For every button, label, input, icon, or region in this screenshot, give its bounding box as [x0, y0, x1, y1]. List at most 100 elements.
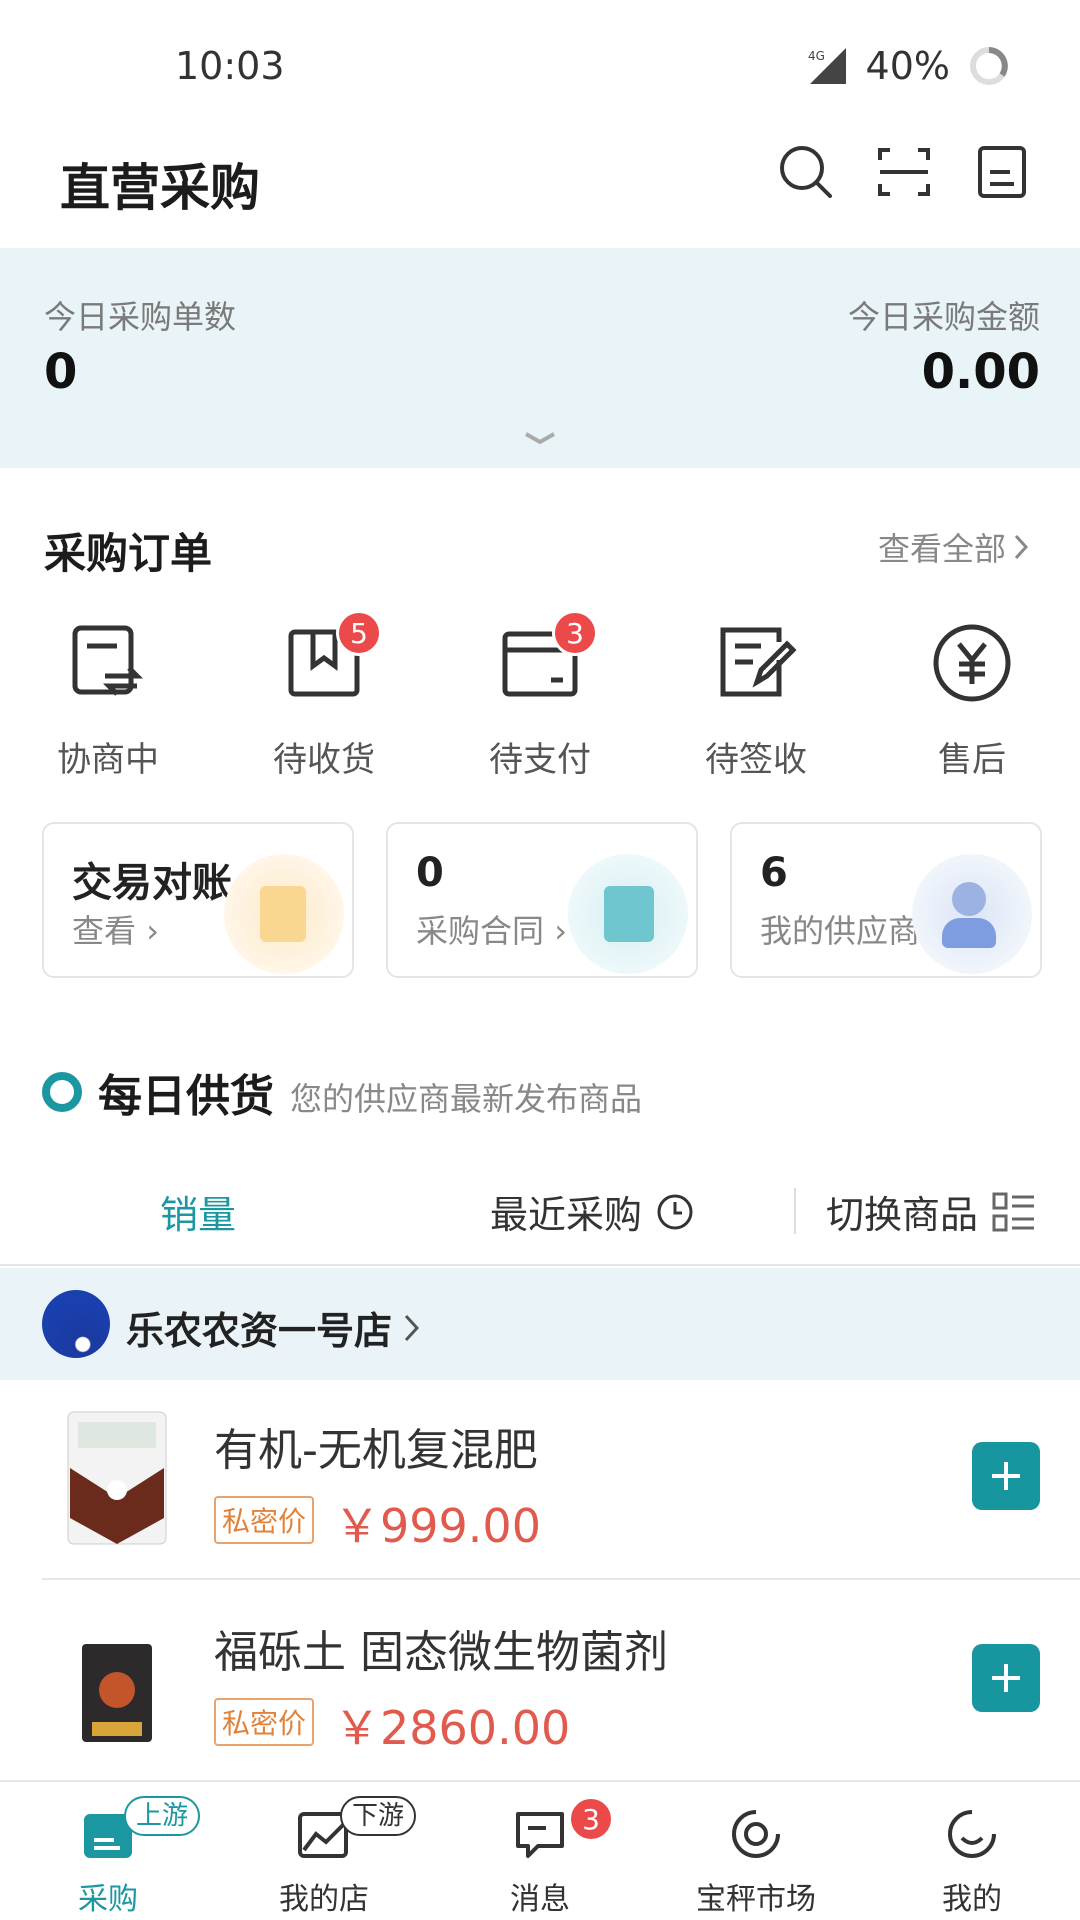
- order-status-label: 待收货: [273, 740, 375, 780]
- amount-label: 今日采购金额: [847, 298, 1040, 336]
- page-title: 直营采购: [60, 159, 260, 217]
- chevron-right-icon: [404, 1314, 420, 1341]
- contract-icon: [568, 854, 688, 974]
- private-price-tag: 私密价: [214, 1496, 315, 1544]
- tab-sales[interactable]: 销量: [160, 1184, 236, 1239]
- tab-recent[interactable]: 最近采购: [490, 1184, 694, 1239]
- bottom-nav: 上游 采购 下游 我的店 3 消息 宝秤市场 我的: [0, 1780, 1080, 1920]
- tab-sales-label: 销量: [160, 1193, 237, 1237]
- yuan-icon: [933, 624, 1011, 702]
- quick-cards: 交易对账 查看 › 0 采购合同 › 6 我的供应商 ›: [42, 822, 1042, 978]
- order-status-to-receive[interactable]: 5 待收货: [216, 610, 432, 780]
- battery-percent: 40%: [865, 44, 950, 88]
- clock-icon: [657, 1194, 693, 1229]
- product-price: ￥999.00: [334, 1499, 541, 1553]
- card-subtitle: 采购合同 ›: [416, 912, 567, 950]
- nav-profile[interactable]: 我的: [864, 1782, 1080, 1920]
- product-item[interactable]: 有机-无机复混肥 私密价 ￥999.00: [0, 1380, 1080, 1580]
- amount-value: 0.00: [921, 344, 1040, 400]
- app-header: 直营采购: [0, 120, 1080, 248]
- order-status-after-sales[interactable]: 售后: [864, 620, 1080, 780]
- nav-label: 我的店: [279, 1882, 369, 1917]
- nav-market[interactable]: 宝秤市场: [648, 1782, 864, 1920]
- daily-supply-header: 每日供货 您的供应商最新发布商品: [0, 1058, 1080, 1138]
- store-name-label: 乐农农资一号店: [126, 1309, 393, 1353]
- supplier-card[interactable]: 6 我的供应商 ›: [730, 822, 1042, 978]
- market-icon: [732, 1809, 781, 1858]
- badge-count: 5: [336, 610, 382, 656]
- nav-purchase[interactable]: 上游 采购: [0, 1782, 216, 1920]
- supplier-icon: [912, 854, 1032, 974]
- daily-subtitle: 您的供应商最新发布商品: [290, 1080, 643, 1118]
- card-count: 6: [760, 850, 788, 896]
- add-to-cart-button[interactable]: [972, 1644, 1040, 1712]
- status-time: 10:03: [175, 44, 285, 88]
- reconcile-card[interactable]: 交易对账 查看 ›: [42, 822, 354, 978]
- product-item[interactable]: 福砾土 固态微生物菌剂 私密价 ￥2860.00: [0, 1582, 1080, 1782]
- section-title: 采购订单: [44, 529, 213, 578]
- order-status-label: 协商中: [57, 740, 159, 780]
- tab-recent-label: 最近采购: [490, 1193, 643, 1237]
- view-all-label: 查看全部: [877, 530, 1006, 568]
- order-status-to-pay[interactable]: 3 待支付: [432, 610, 648, 780]
- network-type: 4G: [808, 49, 825, 63]
- search-icon[interactable]: [776, 142, 836, 202]
- message-badge: 3: [568, 1796, 614, 1842]
- downstream-pill: 下游: [340, 1796, 417, 1836]
- card-title: 交易对账: [72, 860, 232, 906]
- status-right: 4G 40%: [806, 44, 1010, 88]
- header-actions: [776, 142, 1032, 202]
- battery-icon: [970, 47, 1008, 85]
- badge-count: 3: [552, 610, 598, 656]
- upstream-pill: 上游: [124, 1796, 201, 1836]
- nav-messages[interactable]: 3 消息: [432, 1782, 648, 1920]
- nav-label: 采购: [78, 1882, 138, 1917]
- orders-count-label: 今日采购单数: [44, 298, 237, 336]
- store-header[interactable]: 乐农农资一号店: [0, 1268, 1080, 1380]
- status-bar: 10:03 4G 40%: [0, 0, 1080, 120]
- daily-title: 每日供货: [98, 1071, 274, 1122]
- sort-tabs: 销量 最近采购 切换商品: [0, 1170, 1080, 1266]
- nav-my-store[interactable]: 下游 我的店: [216, 1782, 432, 1920]
- order-status-row: 协商中 5 待收货 3 待支付 待签收 售后: [0, 610, 1080, 780]
- section-marker-icon: [42, 1072, 82, 1112]
- store-name: 乐农农资一号店: [126, 1300, 422, 1355]
- product-name: 福砾土 固态微生物菌剂: [214, 1627, 668, 1678]
- order-status-label: 待支付: [489, 740, 591, 780]
- microbial-agent-image: [68, 1614, 166, 1746]
- nav-label: 我的: [942, 1882, 1002, 1917]
- document-icon[interactable]: [972, 142, 1032, 202]
- sign-icon: [720, 627, 797, 697]
- message-icon: [516, 1812, 564, 1858]
- profile-smile-icon: [948, 1810, 996, 1858]
- negotiation-icon: [72, 625, 144, 696]
- reconcile-icon: [224, 854, 344, 974]
- private-price-tag: 私密价: [214, 1698, 315, 1746]
- product-name: 有机-无机复混肥: [214, 1425, 538, 1476]
- card-subtitle: 查看 ›: [72, 912, 159, 950]
- chevron-down-icon[interactable]: [520, 428, 560, 448]
- scan-icon[interactable]: [874, 142, 934, 202]
- list-view-icon: [992, 1192, 1035, 1231]
- signal-icon: 4G: [806, 46, 848, 86]
- view-all-link[interactable]: 查看全部: [878, 524, 1032, 570]
- divider: [42, 1578, 1080, 1580]
- add-to-cart-button[interactable]: [972, 1442, 1040, 1510]
- chevron-right-icon: [1014, 534, 1029, 560]
- card-count: 0: [416, 850, 444, 896]
- order-status-label: 售后: [938, 740, 1006, 780]
- orders-section-header: 采购订单 查看全部: [0, 510, 1080, 580]
- daily-summary: 今日采购单数 0 今日采购金额 0.00: [0, 248, 1080, 468]
- contract-card[interactable]: 0 采购合同 ›: [386, 822, 698, 978]
- fertilizer-bag-image: [67, 1411, 167, 1545]
- nav-label: 宝秤市场: [696, 1882, 816, 1917]
- order-status-label: 待签收: [705, 740, 807, 780]
- switch-products-label: 切换商品: [826, 1193, 979, 1237]
- store-avatar: [42, 1290, 110, 1358]
- nav-label: 消息: [510, 1882, 570, 1917]
- order-status-negotiating[interactable]: 协商中: [0, 620, 216, 780]
- orders-count-value: 0: [44, 344, 78, 400]
- order-status-to-sign[interactable]: 待签收: [648, 620, 864, 780]
- tab-divider: [794, 1188, 796, 1234]
- switch-products-button[interactable]: 切换商品: [826, 1184, 1036, 1239]
